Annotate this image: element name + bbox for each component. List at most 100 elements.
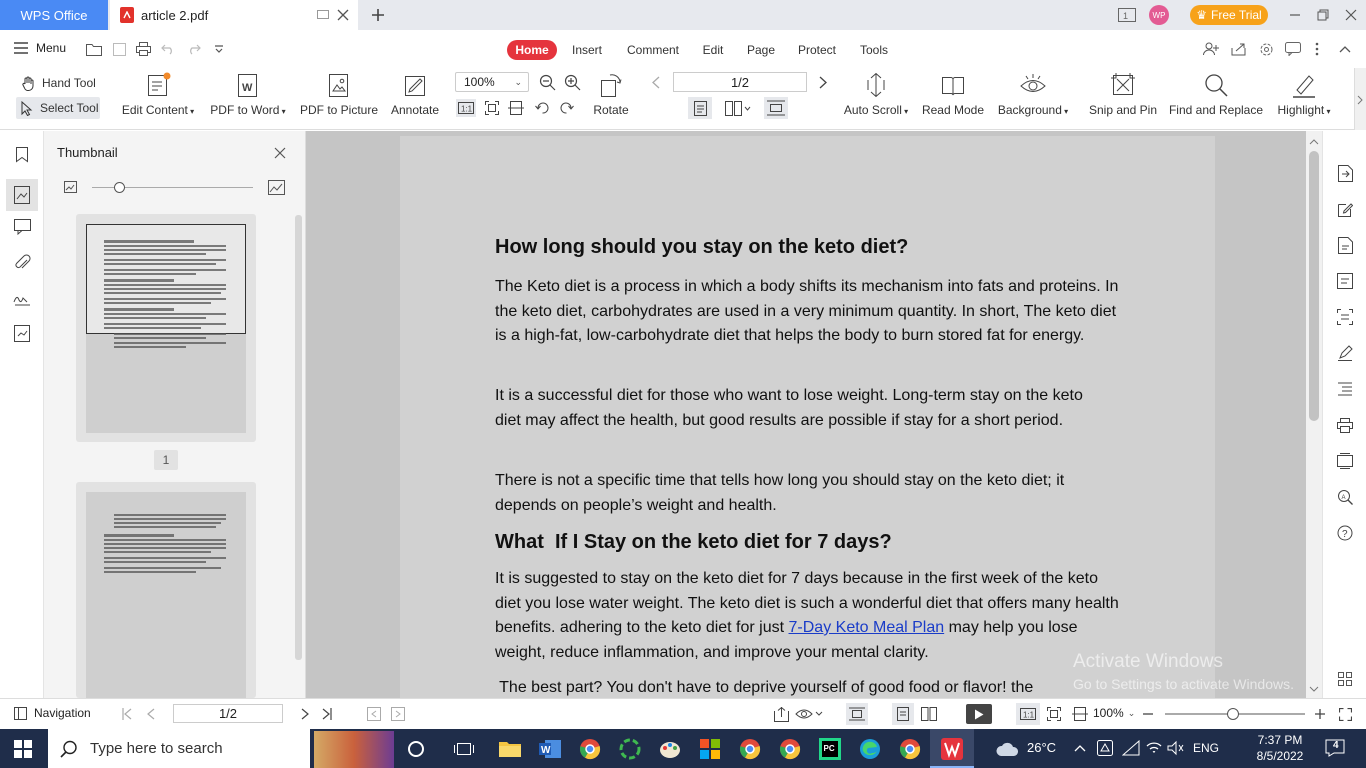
settings-icon[interactable] bbox=[1257, 41, 1275, 57]
undo-icon[interactable] bbox=[160, 41, 176, 57]
network-tray-icon[interactable] bbox=[1121, 739, 1141, 757]
tab-tools[interactable]: Tools bbox=[856, 40, 892, 60]
annotate-button[interactable]: Annotate bbox=[386, 72, 444, 122]
more-options-icon[interactable] bbox=[1310, 41, 1324, 57]
status-zoom-in-icon[interactable] bbox=[1313, 706, 1327, 722]
small-image-icon[interactable] bbox=[63, 180, 77, 194]
status-two-page-icon[interactable] bbox=[918, 703, 940, 725]
tab-edit[interactable]: Edit bbox=[698, 40, 728, 60]
zoom-out-icon[interactable] bbox=[538, 73, 556, 91]
single-page-view-icon[interactable] bbox=[688, 97, 712, 119]
document-scrollbar[interactable] bbox=[1306, 131, 1322, 698]
wifi-tray-icon[interactable] bbox=[1144, 739, 1164, 757]
restore-icon[interactable] bbox=[1316, 8, 1330, 22]
edit-content-button[interactable]: Edit Content ▾ bbox=[118, 72, 198, 122]
back-view-icon[interactable] bbox=[366, 706, 382, 722]
status-single-page-icon[interactable] bbox=[892, 703, 914, 725]
onedrive-tray-icon[interactable] bbox=[1096, 739, 1114, 757]
last-page-icon[interactable] bbox=[320, 706, 334, 722]
print-icon[interactable] bbox=[135, 41, 151, 57]
tab-page[interactable]: Page bbox=[744, 40, 778, 60]
next-page-icon[interactable] bbox=[816, 73, 830, 91]
find-and-replace-button[interactable]: Find and Replace bbox=[1168, 72, 1264, 122]
circular-app-icon[interactable] bbox=[616, 735, 644, 763]
close-tab-icon[interactable] bbox=[336, 8, 350, 22]
pdf-to-word-button[interactable]: W PDF to Word ▾ bbox=[206, 72, 290, 122]
weather-temperature[interactable]: 26°C bbox=[1027, 740, 1056, 755]
actual-size-icon[interactable]: 1:1 bbox=[456, 99, 476, 117]
comment-panel-icon[interactable] bbox=[11, 216, 33, 238]
ocr-icon[interactable] bbox=[1335, 307, 1355, 327]
status-previous-page-icon[interactable] bbox=[144, 706, 158, 722]
eye-protection-icon[interactable] bbox=[794, 705, 824, 723]
attachment-icon[interactable] bbox=[11, 251, 33, 273]
taskbar-clock[interactable]: 7:37 PM 8/5/2022 bbox=[1250, 732, 1310, 764]
chrome-icon[interactable] bbox=[576, 735, 604, 763]
zoom-slider-handle[interactable] bbox=[1227, 708, 1239, 720]
tab-comment[interactable]: Comment bbox=[622, 40, 684, 60]
fullscreen-icon[interactable] bbox=[1337, 706, 1353, 722]
new-tab-icon[interactable] bbox=[370, 7, 386, 23]
pages-panel-icon[interactable] bbox=[11, 322, 33, 344]
office-apps-icon[interactable] bbox=[696, 735, 724, 763]
signature-icon[interactable] bbox=[11, 287, 33, 309]
search-document-icon[interactable]: A bbox=[1335, 487, 1355, 507]
avatar[interactable]: WP bbox=[1149, 5, 1169, 25]
status-zoom-out-icon[interactable] bbox=[1141, 706, 1155, 722]
save-icon[interactable] bbox=[111, 41, 127, 57]
fit-page-icon[interactable] bbox=[483, 99, 501, 117]
hand-tool-button[interactable]: Hand Tool bbox=[18, 73, 102, 93]
language-indicator[interactable]: ENG bbox=[1193, 741, 1219, 755]
background-button[interactable]: Background ▾ bbox=[994, 72, 1072, 122]
play-slideshow-icon[interactable] bbox=[966, 704, 992, 724]
rotate-left-icon[interactable] bbox=[533, 99, 551, 117]
paint-icon[interactable] bbox=[656, 735, 684, 763]
pycharm-icon[interactable]: PC bbox=[816, 735, 844, 763]
thumbnail-panel-icon[interactable] bbox=[6, 179, 38, 211]
fit-width-icon[interactable] bbox=[507, 99, 525, 117]
edge-icon[interactable] bbox=[856, 735, 884, 763]
pen-sign-icon[interactable] bbox=[1335, 343, 1355, 363]
status-next-page-icon[interactable] bbox=[298, 706, 312, 722]
continuous-view-icon[interactable] bbox=[764, 97, 788, 119]
hidden-icons-chevron-icon[interactable] bbox=[1072, 741, 1088, 755]
status-fit-page-icon[interactable] bbox=[1045, 705, 1063, 723]
ribbon-scroll-right[interactable] bbox=[1354, 68, 1366, 130]
compare-icon[interactable] bbox=[1335, 271, 1355, 291]
apps-grid-icon[interactable] bbox=[1335, 669, 1355, 689]
close-panel-icon[interactable] bbox=[273, 146, 287, 160]
wps-pdf-taskbar-icon[interactable] bbox=[938, 735, 966, 763]
close-window-icon[interactable] bbox=[1344, 8, 1358, 22]
windows-start-icon[interactable] bbox=[12, 739, 34, 759]
export-status-icon[interactable] bbox=[772, 705, 790, 723]
auto-scroll-button[interactable]: Auto Scroll ▾ bbox=[840, 72, 912, 122]
status-zoom-select[interactable]: 100% ⌄ bbox=[1093, 706, 1135, 720]
thumbnail-size-slider-handle[interactable] bbox=[114, 182, 125, 193]
screen-record-icon[interactable] bbox=[1335, 451, 1355, 471]
previous-page-icon[interactable] bbox=[649, 73, 663, 91]
share-user-icon[interactable] bbox=[1202, 41, 1220, 57]
volume-tray-icon[interactable] bbox=[1166, 739, 1186, 757]
document-scrollbar-thumb[interactable] bbox=[1309, 151, 1319, 421]
share-icon[interactable] bbox=[1230, 41, 1248, 57]
first-page-icon[interactable] bbox=[120, 706, 134, 722]
thumbnail-scrollbar[interactable] bbox=[295, 215, 302, 660]
chat-icon[interactable] bbox=[1284, 41, 1302, 57]
status-continuous-icon[interactable] bbox=[846, 703, 868, 725]
tab-home[interactable]: Home bbox=[507, 40, 557, 60]
weather-icon[interactable] bbox=[994, 735, 1020, 763]
word-icon[interactable]: W bbox=[536, 735, 564, 763]
page-number-input[interactable]: 1/2 bbox=[673, 72, 807, 92]
tab-insert[interactable]: Insert bbox=[565, 40, 609, 60]
wps-office-tab[interactable]: WPS Office bbox=[0, 0, 108, 30]
window-layout-icon[interactable]: 1 bbox=[1118, 7, 1136, 23]
task-view-icon[interactable] bbox=[450, 735, 478, 763]
rotate-button[interactable]: Rotate bbox=[590, 72, 632, 122]
free-trial-button[interactable]: ♛ Free Trial bbox=[1190, 5, 1268, 25]
forward-view-icon[interactable] bbox=[390, 706, 406, 722]
navigation-button[interactable]: Navigation bbox=[14, 706, 91, 720]
collapse-ribbon-icon[interactable] bbox=[1338, 43, 1352, 55]
quick-access-dropdown-icon[interactable] bbox=[212, 41, 226, 57]
zoom-in-icon[interactable] bbox=[563, 73, 581, 91]
edit-pdf-icon[interactable] bbox=[1335, 199, 1355, 219]
